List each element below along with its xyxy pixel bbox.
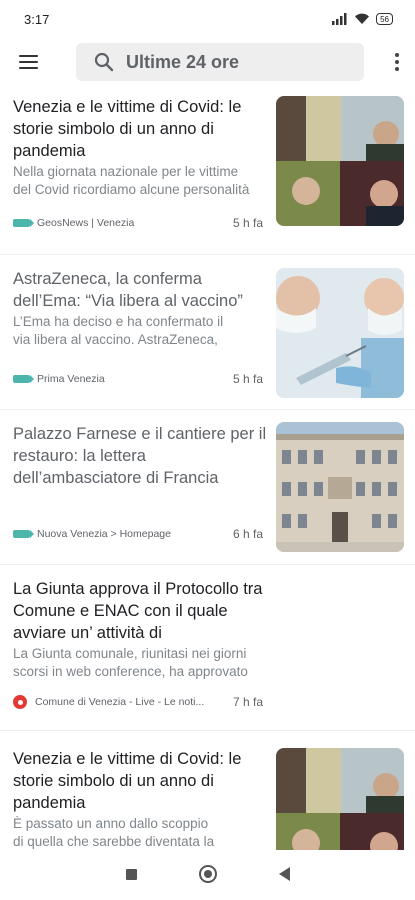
source-tag-icon [13, 375, 34, 383]
article-meta: Comune di Venezia - Live - Le noti... 7 … [13, 695, 263, 709]
signal-icon [332, 13, 347, 25]
article-snippet: L’Ema ha deciso e ha confermato il [13, 314, 224, 329]
article-snippet: via libera al vaccino. AstraZeneca, [13, 332, 218, 347]
news-feed[interactable]: Venezia e le vittime di Covid: le storie… [0, 90, 415, 850]
article-source: Nuova Venezia > Homepage [37, 528, 171, 540]
status-bar: 3:17 56 [0, 0, 415, 38]
article-meta: Prima Venezia 5 h fa [13, 372, 263, 386]
battery-indicator: 56 [376, 13, 393, 25]
article-title[interactable]: La Giunta approva il Protocollo tra Comu… [13, 578, 271, 644]
article-snippet: scorsi in web conference, ha approvato [13, 664, 248, 679]
status-time: 3:17 [24, 11, 50, 27]
back-icon[interactable] [278, 867, 290, 881]
wifi-icon [355, 13, 370, 24]
article-meta: GeosNews | Venezia 5 h fa [13, 216, 263, 230]
system-nav-bar [0, 848, 415, 900]
article-title[interactable]: Palazzo Farnese e il cantiere per il res… [13, 423, 269, 489]
article-snippet: È passato un anno dallo scoppio [13, 816, 209, 831]
article-thumbnail[interactable] [276, 422, 404, 552]
article-meta: Nuova Venezia > Homepage 6 h fa [13, 527, 263, 541]
article-thumbnail[interactable] [276, 748, 404, 850]
menu-icon[interactable] [14, 46, 46, 78]
article-card[interactable]: Venezia e le vittime di Covid: le storie… [0, 740, 415, 850]
article-source: Prima Venezia [37, 373, 105, 385]
article-title[interactable]: Venezia e le vittime di Covid: le storie… [13, 96, 269, 162]
search-bar[interactable]: Ultime 24 ore [76, 43, 364, 81]
home-icon[interactable] [198, 865, 217, 883]
article-title[interactable]: Venezia e le vittime di Covid: le storie… [13, 748, 269, 814]
article-snippet: La Giunta comunale, riunitasi nei giorni [13, 646, 247, 661]
divider [0, 730, 415, 731]
article-time: 5 h fa [232, 372, 263, 386]
search-query: Ultime 24 ore [126, 51, 240, 72]
status-icons: 56 [332, 13, 393, 25]
article-time: 6 h fa [232, 527, 263, 541]
more-options-icon[interactable] [387, 47, 407, 77]
article-snippet: del Covid ricordiamo alcune personalità [13, 182, 250, 197]
article-snippet: Nella giornata nazionale per le vittime [13, 164, 239, 179]
source-tag-icon [13, 530, 34, 538]
search-icon [94, 52, 114, 72]
article-card[interactable]: Venezia e le vittime di Covid: le storie… [0, 90, 415, 250]
source-tag-icon [13, 219, 34, 227]
article-title[interactable]: AstraZeneca, la conferma dell’Ema: “Via … [13, 268, 269, 312]
article-time: 5 h fa [232, 216, 263, 230]
article-source: GeosNews | Venezia [37, 217, 135, 229]
article-source: Comune di Venezia - Live - Le noti... [35, 696, 205, 708]
recents-icon[interactable] [125, 868, 137, 880]
article-thumbnail[interactable] [276, 268, 404, 398]
article-thumbnail[interactable] [276, 96, 404, 226]
article-time: 7 h fa [232, 695, 263, 709]
source-logo-icon [13, 695, 27, 709]
app-bar: Ultime 24 ore [0, 38, 415, 86]
